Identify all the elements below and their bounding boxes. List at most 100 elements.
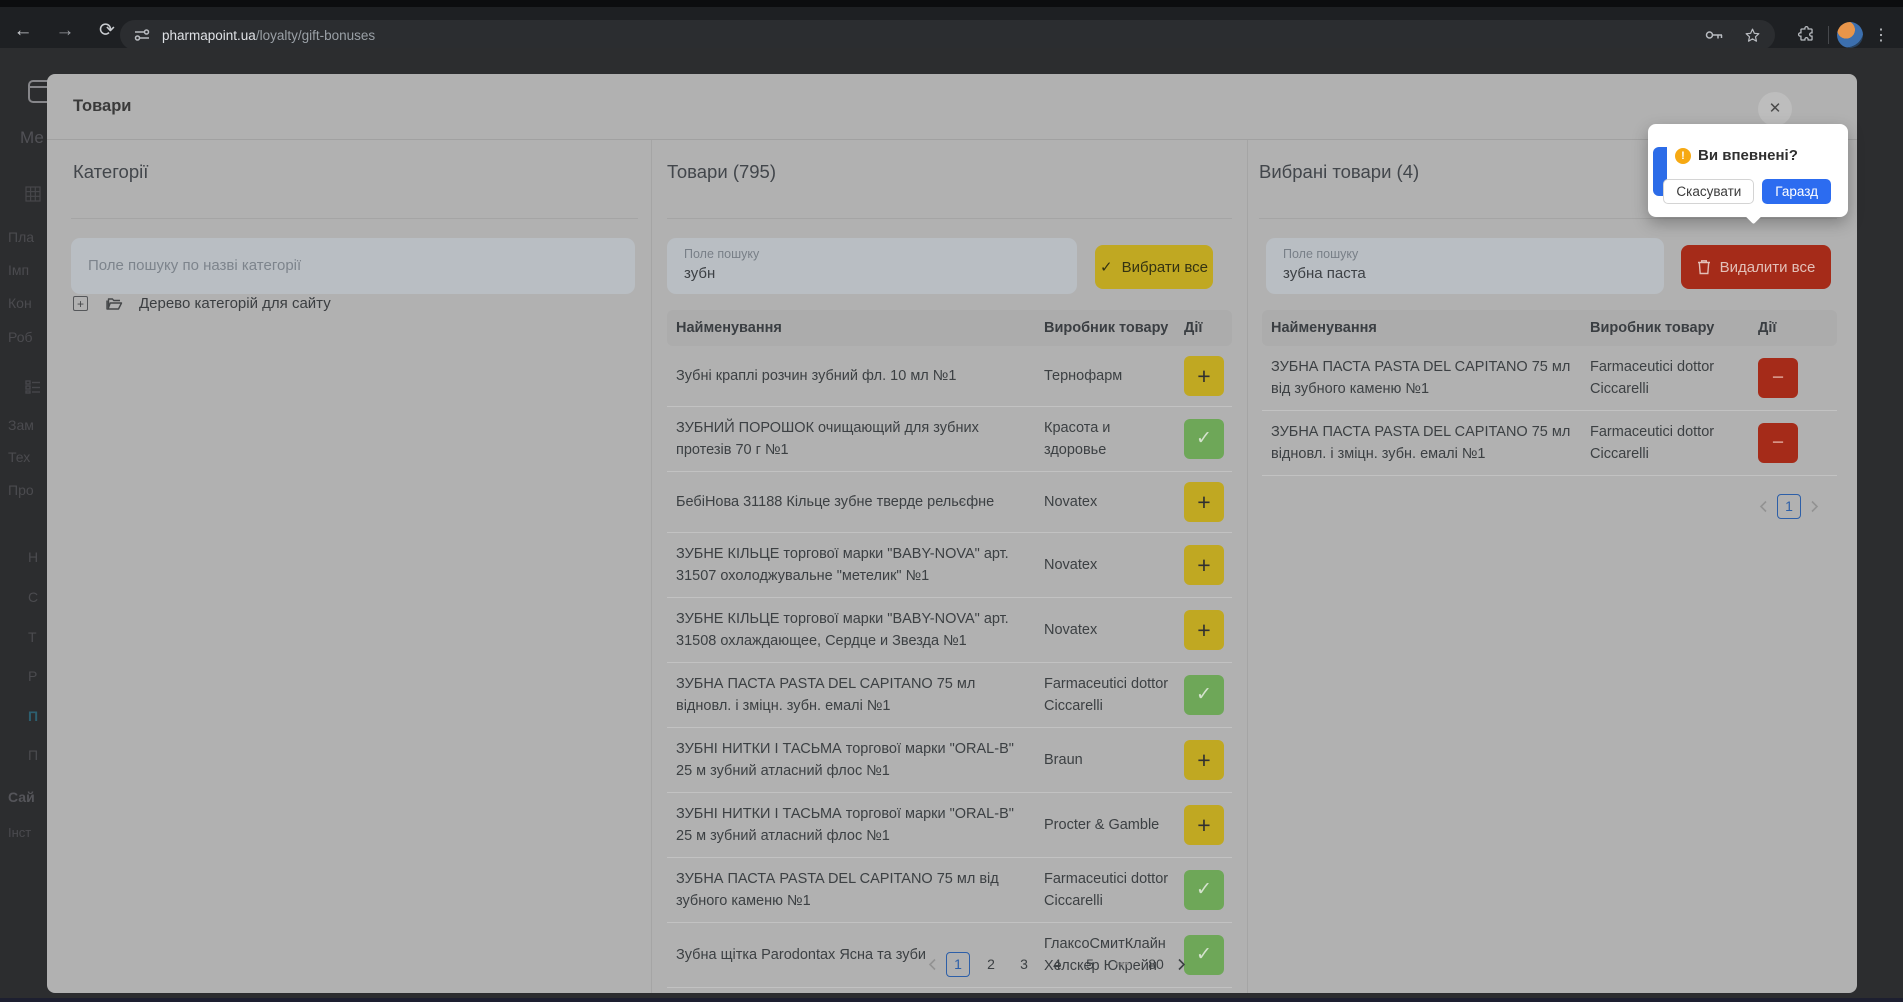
header-name: Найменування <box>1271 320 1377 336</box>
product-manufacturer: Novatex <box>1044 622 1098 638</box>
sidebar-item[interactable]: Сай <box>8 789 35 805</box>
delete-all-button[interactable]: Видалити все <box>1681 245 1831 289</box>
sidebar-item[interactable]: Кон <box>8 295 32 311</box>
header-actions: Дії <box>1758 320 1777 336</box>
pagination-page-4[interactable]: 4 <box>1045 952 1069 977</box>
avatar[interactable] <box>1837 21 1863 48</box>
product-name: ЗУБНА ПАСТА PASTA DEL CAPITANO 75 мл від… <box>676 676 976 714</box>
sidebar-item[interactable]: Імп <box>8 262 29 278</box>
product-added-button[interactable]: ✓ <box>1184 419 1224 459</box>
pagination-page-1[interactable]: 1 <box>1777 494 1801 519</box>
pagination-next-icon[interactable] <box>1177 958 1186 971</box>
product-manufacturer: Farmaceutici dottor Ciccarelli <box>1590 359 1715 397</box>
check-icon: ✓ <box>1100 259 1113 276</box>
url-text: pharmapoint.ua/loyalty/gift-bonuses <box>162 27 376 43</box>
product-added-button[interactable]: ✓ <box>1184 675 1224 715</box>
pagination-page-1[interactable]: 1 <box>946 952 970 977</box>
key-icon[interactable] <box>1705 29 1724 41</box>
sidebar-item[interactable]: Роб <box>8 329 33 345</box>
product-name: ЗУБНА ПАСТА PASTA DEL CAPITANO 75 мл від… <box>1271 359 1571 397</box>
product-name: ЗУБНЕ КІЛЬЦЕ торгової марки "BABY-NOVA" … <box>676 546 1009 584</box>
modal-header: Товари ✕ <box>47 74 1857 140</box>
selected-search-input[interactable]: Поле пошуку зубна паста <box>1266 238 1664 294</box>
add-product-button[interactable]: + <box>1184 740 1224 780</box>
sidebar-item[interactable]: Пла <box>8 229 34 245</box>
confirm-popover: ! Ви впевнені? Скасувати Гаразд <box>1648 124 1848 225</box>
close-icon[interactable]: ✕ <box>1758 92 1792 126</box>
sidebar-item[interactable]: П <box>28 747 38 763</box>
pagination-page-3[interactable]: 3 <box>1012 952 1036 977</box>
tune-icon[interactable] <box>134 27 150 43</box>
menu-icon[interactable]: ⋮ <box>1863 25 1903 45</box>
sidebar-item[interactable]: Тех <box>8 449 30 465</box>
sidebar-item[interactable]: Зам <box>8 417 34 433</box>
warning-icon: ! <box>1675 148 1691 164</box>
sidebar-item[interactable]: Н <box>28 549 38 565</box>
tree-node-label[interactable]: Дерево категорій для сайту <box>139 295 331 312</box>
add-product-button[interactable]: + <box>1184 545 1224 585</box>
product-name: ЗУБНЕ КІЛЬЦЕ торгової марки "BABY-NOVA" … <box>676 611 1009 649</box>
search-value: зубна паста <box>1283 265 1366 282</box>
pagination-page-5[interactable]: 5 <box>1078 952 1102 977</box>
product-name: ЗУБНІ НИТКИ І ТАСЬМА торгової марки "ORA… <box>676 806 1014 844</box>
column-divider <box>651 140 652 993</box>
products-table-body: Зубні краплі розчин зубний фл. 10 мл №1 Т… <box>667 346 1232 988</box>
add-product-button[interactable]: + <box>1184 482 1224 522</box>
table-row: ЗУБНІ НИТКИ І ТАСЬМА торгової марки "ORA… <box>667 793 1232 858</box>
add-product-button[interactable]: + <box>1184 356 1224 396</box>
sidebar-item[interactable]: Інст <box>8 825 31 840</box>
grid-icon <box>25 186 41 202</box>
table-row: ЗУБНЕ КІЛЬЦЕ торгової марки "BABY-NOVA" … <box>667 598 1232 663</box>
product-name: Зубні краплі розчин зубний фл. 10 мл №1 <box>676 368 957 384</box>
remove-product-button[interactable]: − <box>1758 358 1798 398</box>
cancel-button[interactable]: Скасувати <box>1663 179 1755 204</box>
back-icon[interactable]: ← <box>10 18 36 44</box>
product-manufacturer: Braun <box>1044 752 1083 768</box>
remove-product-button[interactable]: − <box>1758 423 1798 463</box>
select-all-button[interactable]: ✓ Вибрати все <box>1095 245 1213 289</box>
sidebar-item[interactable]: Про <box>8 482 34 498</box>
products-search-input[interactable]: Поле пошуку зубн <box>667 238 1077 294</box>
header-manufacturer: Виробник товару <box>1590 320 1715 336</box>
header-manufacturer: Виробник товару <box>1044 320 1169 336</box>
products-title: Товари (795) <box>667 161 777 182</box>
pagination-prev-icon[interactable] <box>1759 500 1768 513</box>
pagination-next-icon[interactable] <box>1810 500 1819 513</box>
product-name: БебіНова 31188 Кільце зубне тверде рельє… <box>676 494 995 510</box>
selected-table-header: Найменування Виробник товару Дії <box>1262 310 1837 346</box>
selected-title: Вибрані товари (4) <box>1259 161 1420 182</box>
product-name: ЗУБНА ПАСТА PASTA DEL CAPITANO 75 мл від… <box>1271 424 1571 462</box>
tree-expand-icon[interactable]: + <box>73 296 88 311</box>
category-search-input[interactable]: Поле пошуку по назві категорії <box>71 238 635 294</box>
product-name: ЗУБНИЙ ПОРОШОК очищающий для зубних прот… <box>676 420 979 458</box>
product-manufacturer: Procter & Gamble <box>1044 817 1160 833</box>
sidebar-item[interactable]: Т <box>28 629 37 645</box>
address-bar[interactable]: pharmapoint.ua/loyalty/gift-bonuses <box>120 20 1775 50</box>
sidebar-item[interactable]: Ме <box>20 128 44 148</box>
pagination-page-80[interactable]: 80 <box>1144 952 1168 977</box>
product-added-button[interactable]: ✓ <box>1184 935 1224 975</box>
forward-icon[interactable]: → <box>52 18 78 44</box>
table-row: Зубні краплі розчин зубний фл. 10 мл №1 Т… <box>667 346 1232 407</box>
table-row: ЗУБНА ПАСТА PASTA DEL CAPITANO 75 мл від… <box>667 858 1232 923</box>
sidebar-item[interactable]: Р <box>28 668 37 684</box>
pagination-page-2[interactable]: 2 <box>979 952 1003 977</box>
browser-toolbar: ← → ⟳ pharmapoint.ua/loyalty/gift-bonuse… <box>0 7 1903 50</box>
star-icon[interactable] <box>1744 27 1761 44</box>
pagination-ellipsis[interactable]: ••• <box>1111 952 1135 977</box>
search-label: Поле пошуку <box>684 247 760 261</box>
add-product-button[interactable]: + <box>1184 610 1224 650</box>
ok-button[interactable]: Гаразд <box>1762 179 1831 204</box>
products-pagination: 1 2 3 4 5 ••• 80 <box>928 952 1186 977</box>
pagination-prev-icon[interactable] <box>928 958 937 971</box>
product-name: ЗУБНІ НИТКИ І ТАСЬМА торгової марки "ORA… <box>676 741 1014 779</box>
add-product-button[interactable]: + <box>1184 805 1224 845</box>
product-added-button[interactable]: ✓ <box>1184 870 1224 910</box>
confirm-message: Ви впевнені? <box>1698 147 1798 164</box>
sidebar-item[interactable]: С <box>28 589 38 605</box>
sidebar-item[interactable]: П <box>28 708 38 724</box>
reload-icon[interactable]: ⟳ <box>94 18 120 44</box>
product-manufacturer: Novatex <box>1044 557 1098 573</box>
extensions-icon[interactable] <box>1797 25 1816 44</box>
table-row: ЗУБНА ПАСТА PASTA DEL CAPITANO 75 мл від… <box>667 663 1232 728</box>
